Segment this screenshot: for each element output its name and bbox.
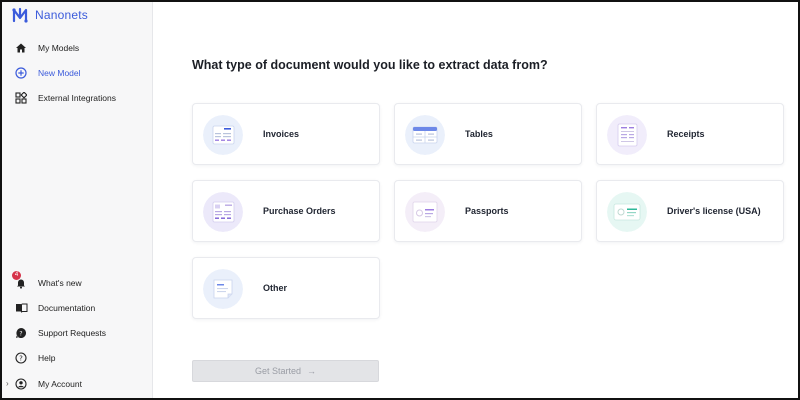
card-label: Driver's license (USA) [667,206,761,216]
sidebar-item-label: What's new [38,278,82,288]
brand-name: Nanonets [35,8,88,22]
card-other[interactable]: Other [192,257,380,319]
account-icon [14,377,28,391]
invoice-icon [203,115,243,155]
sidebar-item-documentation[interactable]: Documentation [14,300,95,316]
document-icon [203,269,243,309]
card-drivers-license[interactable]: Driver's license (USA) [596,180,784,242]
support-icon: ? [14,326,28,340]
purchase-order-icon [203,192,243,232]
sidebar-item-new-model[interactable]: New Model [14,65,81,81]
page-title: What type of document would you like to … [192,58,548,72]
card-tables[interactable]: Tables [394,103,582,165]
main-content: What type of document would you like to … [154,2,800,398]
home-icon [14,41,28,55]
sidebar-item-label: Support Requests [38,328,107,338]
get-started-label: Get Started [254,366,302,376]
sidebar-item-label: My Account [38,379,82,389]
drivers-license-icon [607,192,647,232]
card-label: Receipts [667,129,705,139]
svg-text:?: ? [19,355,23,363]
card-passports[interactable]: Passports [394,180,582,242]
passport-icon [405,192,445,232]
svg-text:?: ? [19,330,22,337]
notification-badge: 4 [12,271,21,280]
card-purchase-orders[interactable]: Purchase Orders [192,180,380,242]
sidebar-item-label: Documentation [38,303,96,313]
book-icon [14,301,28,315]
integrations-icon [14,91,28,105]
chevron-right-icon[interactable]: › [6,379,9,388]
sidebar-item-label: New Model [38,68,81,78]
sidebar-item-help[interactable]: ? Help [14,350,55,366]
table-icon [405,115,445,155]
sidebar: Nanonets My Models New Model External In… [2,2,153,398]
sidebar-item-whats-new[interactable]: What's new [14,275,82,291]
help-icon: ? [14,351,28,365]
sidebar-item-my-models[interactable]: My Models [14,40,79,56]
app-window: Nanonets My Models New Model External In… [0,0,800,400]
card-label: Other [263,283,288,293]
card-label: Tables [465,129,493,139]
sidebar-item-label: Help [38,353,56,363]
card-label: Purchase Orders [263,206,336,216]
sidebar-item-label: External Integrations [38,93,116,103]
get-started-button[interactable]: Get Started → [192,360,379,382]
plus-circle-icon [14,66,28,80]
card-label: Passports [465,206,509,216]
card-invoices[interactable]: Invoices [192,103,380,165]
nanonets-logo-icon [12,7,28,23]
brand[interactable]: Nanonets [11,6,88,24]
sidebar-item-external-integrations[interactable]: External Integrations [14,90,116,106]
receipt-icon [607,115,647,155]
sidebar-item-support-requests[interactable]: ? Support Requests [14,325,106,341]
sidebar-item-my-account[interactable]: My Account [14,376,82,392]
card-receipts[interactable]: Receipts [596,103,784,165]
card-label: Invoices [263,129,300,139]
arrow-right-icon: → [307,366,317,376]
sidebar-item-label: My Models [38,43,80,53]
